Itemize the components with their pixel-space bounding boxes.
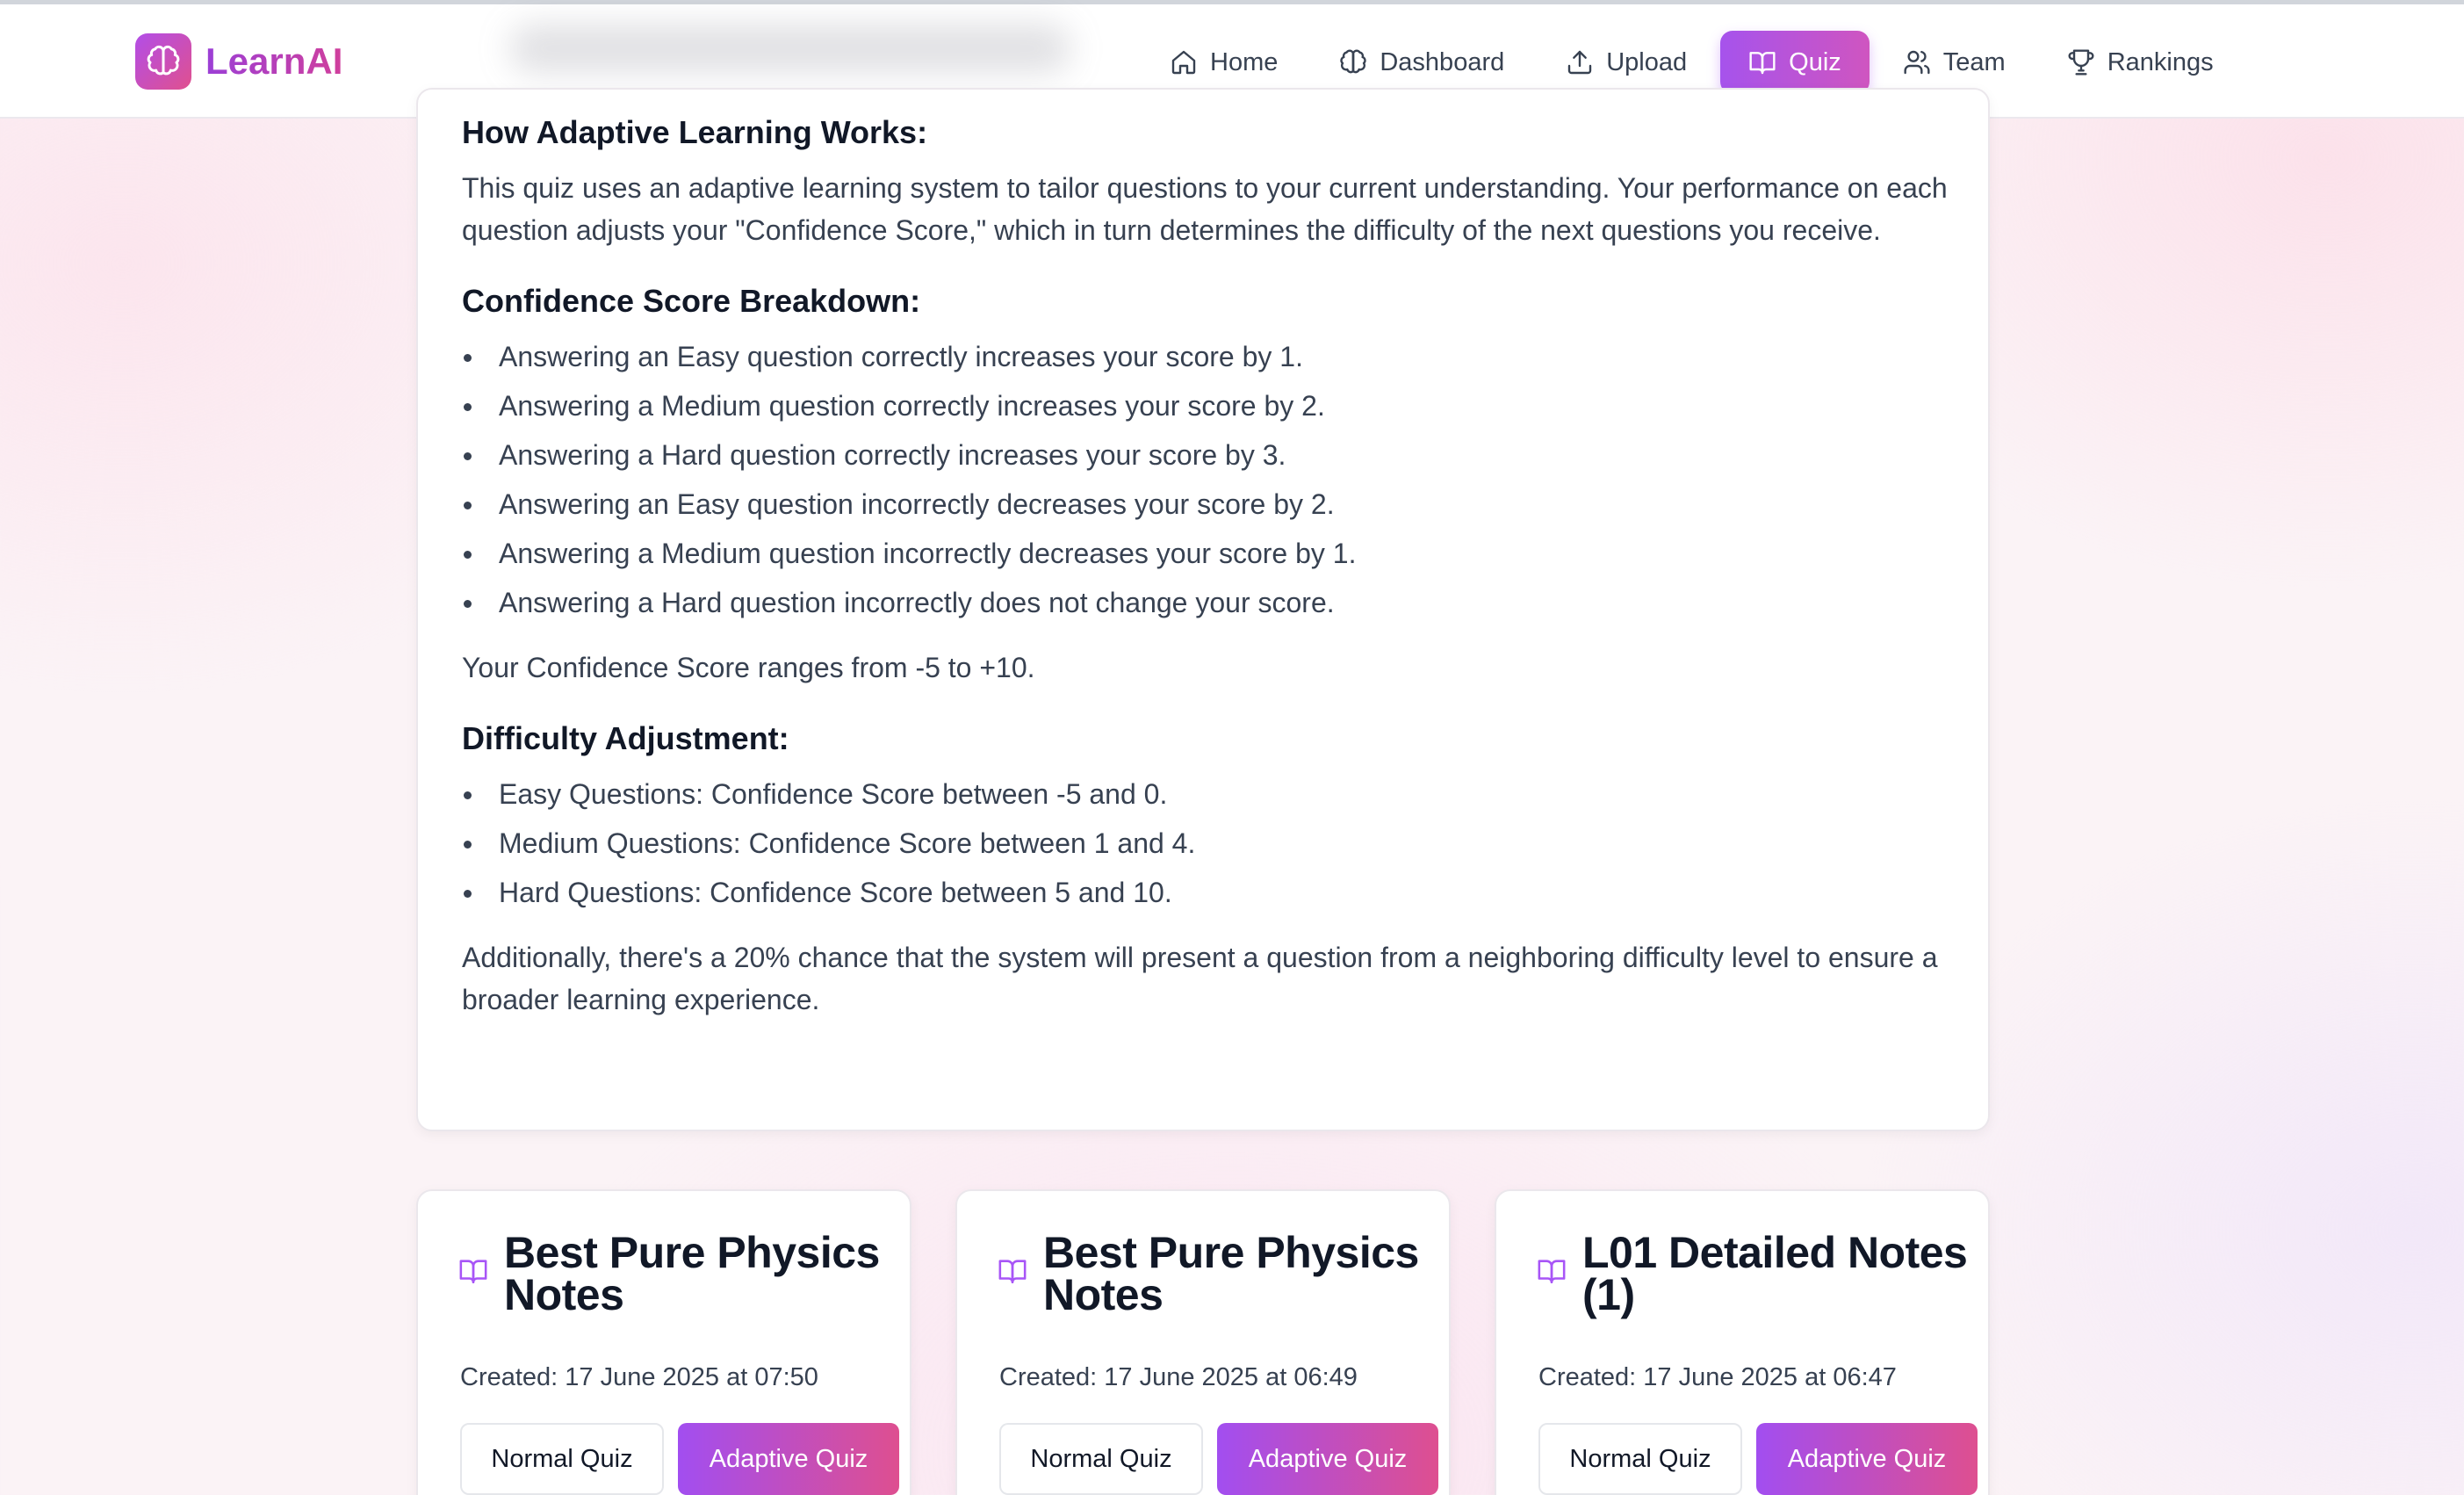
nav-home[interactable]: Home [1142, 31, 1306, 94]
book-open-icon [1538, 1260, 1566, 1284]
difficulty-item: Easy Questions: Confidence Score between… [462, 769, 1955, 819]
difficulty-heading: Difficulty Adjustment: [462, 720, 789, 756]
nav-dashboard[interactable]: Dashboard [1311, 31, 1532, 94]
difficulty-list: Easy Questions: Confidence Score between… [462, 769, 1955, 917]
additional-text: Additionally, there's a 20% chance that … [462, 942, 1938, 1015]
home-icon [1171, 50, 1196, 75]
trophy-icon [2068, 49, 2094, 76]
note-card: Best Pure Physics Notes Created: 17 June… [416, 1189, 911, 1495]
note-created-date: Created: 17 June 2025 at 06:47 [1538, 1363, 1897, 1391]
main-nav: Home Dashboard Upload Quiz Team Rankings [1142, 31, 2247, 94]
normal-quiz-button[interactable]: Normal Quiz [999, 1423, 1203, 1495]
note-created-date: Created: 17 June 2025 at 06:49 [999, 1363, 1358, 1391]
score-range-text: Your Confidence Score ranges from -5 to … [462, 652, 1035, 683]
nav-dashboard-label: Dashboard [1380, 47, 1505, 76]
adaptive-quiz-button[interactable]: Adaptive Quiz [1756, 1423, 1978, 1495]
brain-icon [135, 33, 191, 90]
how-heading: How Adaptive Learning Works: [462, 114, 928, 150]
nav-team-label: Team [1942, 47, 2006, 76]
breakdown-item: Answering an Easy question incorrectly d… [462, 480, 1955, 529]
brain-icon [1340, 49, 1366, 74]
note-title: L01 Detailed Notes (1) [1582, 1228, 1968, 1319]
normal-quiz-button[interactable]: Normal Quiz [460, 1423, 664, 1495]
difficulty-item: Hard Questions: Confidence Score between… [462, 868, 1955, 917]
breakdown-heading: Confidence Score Breakdown: [462, 283, 921, 319]
note-title: Best Pure Physics Notes [1043, 1228, 1419, 1319]
breakdown-list: Answering an Easy question correctly inc… [462, 332, 1955, 627]
nav-rankings-label: Rankings [2107, 47, 2214, 76]
adaptive-info-card: How Adaptive Learning Works: This quiz u… [416, 88, 1990, 1131]
breakdown-item: Answering a Medium question correctly in… [462, 381, 1955, 430]
note-created-date: Created: 17 June 2025 at 07:50 [460, 1363, 818, 1391]
breakdown-item: Answering an Easy question correctly inc… [462, 332, 1955, 381]
nav-quiz[interactable]: Quiz [1720, 31, 1870, 94]
nav-quiz-label: Quiz [1789, 47, 1841, 76]
book-open-icon [1749, 52, 1776, 75]
book-open-icon [459, 1260, 487, 1284]
note-title: Best Pure Physics Notes [504, 1228, 880, 1319]
normal-quiz-button[interactable]: Normal Quiz [1538, 1423, 1742, 1495]
breakdown-item: Answering a Hard question incorrectly do… [462, 578, 1955, 627]
breakdown-item: Answering a Hard question correctly incr… [462, 430, 1955, 480]
upload-icon [1568, 50, 1592, 75]
how-text: This quiz uses an adaptive learning syst… [462, 172, 1948, 246]
book-open-icon [998, 1260, 1027, 1284]
nav-team[interactable]: Team [1875, 31, 2034, 94]
nav-upload[interactable]: Upload [1538, 31, 1715, 94]
brand-name: LearnAI [205, 40, 343, 82]
blurred-page-title [509, 24, 1071, 73]
nav-upload-label: Upload [1606, 47, 1688, 76]
nav-rankings[interactable]: Rankings [2039, 31, 2242, 94]
adaptive-quiz-button[interactable]: Adaptive Quiz [678, 1423, 899, 1495]
breakdown-item: Answering a Medium question incorrectly … [462, 529, 1955, 578]
note-card: L01 Detailed Notes (1) Created: 17 June … [1495, 1189, 1990, 1495]
difficulty-item: Medium Questions: Confidence Score betwe… [462, 819, 1955, 868]
brand-logo-link[interactable]: LearnAI [135, 33, 342, 90]
note-card: Best Pure Physics Notes Created: 17 June… [955, 1189, 1451, 1495]
adaptive-quiz-button[interactable]: Adaptive Quiz [1217, 1423, 1438, 1495]
users-icon [1904, 50, 1930, 75]
nav-home-label: Home [1210, 47, 1279, 76]
